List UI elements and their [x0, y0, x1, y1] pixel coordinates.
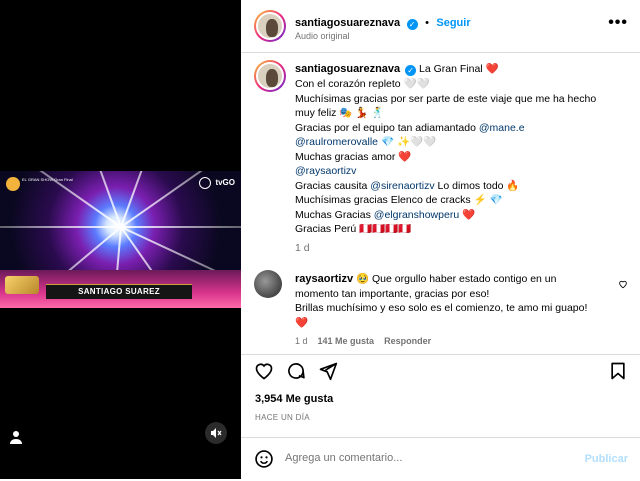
mention-link[interactable]: @sirenaortizv — [370, 180, 434, 192]
reply-line: raysaortizv 🥹 Que orgullo haber estado c… — [295, 272, 556, 287]
reply-button[interactable]: Responder — [384, 336, 431, 346]
caption-line: Gracias causita @sirenaortizv Lo dimos t… — [295, 179, 520, 194]
audio-label[interactable]: Audio original — [295, 31, 350, 41]
more-options-icon[interactable]: ••• — [608, 14, 628, 32]
reply-text: 🥹 Que orgullo haber estado contigo en un — [356, 273, 557, 285]
user-icon[interactable] — [8, 429, 24, 445]
light-ray — [0, 225, 121, 228]
caption-line: @raulromerovalle 💎 ✨🤍🤍 — [295, 135, 436, 150]
reply-meta: 1 d 141 Me gusta Responder — [295, 334, 431, 349]
reply-likes[interactable]: 141 Me gusta — [318, 336, 375, 346]
post-time: HACE UN DÍA — [255, 413, 310, 422]
emoji-icon[interactable] — [254, 449, 274, 469]
caption-heart: ❤️ — [459, 208, 476, 221]
separator-dot: • — [425, 17, 429, 29]
caption-line: Muchas Gracias @elgranshowperu ❤️ — [295, 208, 475, 223]
caption-text: Gracias causita — [295, 179, 368, 192]
post-header: santiagosuareznava ✓ • Seguir Audio orig… — [241, 0, 640, 53]
show-logo — [6, 177, 20, 191]
caption-line: Muchas gracias amor ❤️ — [295, 150, 412, 163]
caption-text: Gracias por el equipo tan adiamantado — [295, 121, 476, 134]
mention-link[interactable]: @mane.e — [479, 122, 525, 134]
publish-button[interactable]: Publicar — [585, 453, 628, 465]
media-panel: EL GRAN SHOW Gran Final tvGO SANTIAGO SU… — [0, 0, 241, 479]
video-player[interactable]: EL GRAN SHOW Gran Final tvGO SANTIAGO SU… — [0, 171, 241, 308]
comment-icon[interactable] — [286, 361, 306, 381]
show-logo-text: EL GRAN SHOW Gran Final — [22, 177, 73, 182]
gran-show-badge — [5, 276, 39, 294]
caption-avatar[interactable] — [254, 60, 286, 92]
light-ray — [120, 225, 241, 228]
mute-button[interactable] — [205, 422, 227, 444]
reply-line: momento tan importante, gracias por eso! — [295, 287, 490, 300]
reply-avatar[interactable] — [254, 270, 282, 298]
muted-speaker-icon — [211, 428, 222, 438]
caption-text: Muchas Gracias — [295, 208, 371, 221]
reply-time[interactable]: 1 d — [295, 336, 308, 346]
actions-section: 3,954 Me gusta HACE UN DÍA Publicar — [241, 354, 640, 480]
comment-bar: Publicar — [241, 437, 640, 481]
reply-line: Brillas muchísimo y eso solo es el comie… — [295, 302, 588, 314]
caption-line: Gracias por el equipo tan adiamantado @m… — [295, 121, 525, 136]
mention-link[interactable]: @elgranshowperu — [374, 209, 459, 221]
channel-logo: tvGO — [215, 178, 235, 187]
comments-area: santiagosuareznava ✓ La Gran Final ❤️ Co… — [241, 53, 640, 354]
caption-line: Muchísimas gracias por ser parte de este… — [295, 92, 597, 105]
avatar[interactable] — [254, 10, 286, 42]
caption-line: @raysaortizv — [295, 164, 356, 179]
caption-title-line: santiagosuareznava ✓ La Gran Final ❤️ — [295, 62, 499, 77]
caption-line: Con el corazón repleto 🤍🤍 — [295, 78, 430, 90]
caption-text: Lo dimos todo 🔥 — [434, 179, 520, 192]
mention-link[interactable]: @raulromerovalle — [295, 136, 378, 148]
mention-link[interactable]: @raysaortizv — [295, 165, 356, 177]
like-comment-icon[interactable] — [618, 279, 628, 289]
reply-line: ❤️ — [295, 316, 309, 329]
verified-icon: ✓ — [405, 65, 417, 76]
heart-icon[interactable] — [254, 361, 274, 381]
likes-count[interactable]: 3,954 Me gusta — [255, 393, 333, 405]
bookmark-icon[interactable] — [608, 361, 628, 381]
reply-username[interactable]: raysaortizv — [295, 273, 353, 285]
verified-icon: ✓ — [406, 19, 418, 30]
caption-title: La Gran Final — [419, 63, 483, 75]
header-username[interactable]: santiagosuareznava — [295, 17, 400, 29]
follow-button[interactable]: Seguir — [436, 17, 470, 29]
share-icon[interactable] — [318, 361, 338, 381]
lower-third-name: SANTIAGO SUAREZ — [46, 284, 192, 299]
comment-input[interactable] — [285, 452, 545, 464]
caption-line: Muchísimas gracias Elenco de cracks ⚡ 💎 — [295, 194, 503, 206]
caption-heart: ❤️ — [485, 63, 499, 75]
caption-time[interactable]: 1 d — [295, 241, 310, 256]
caption-line: Gracias Perú 🇵🇪🇵🇪🇵🇪🇵🇪 — [295, 223, 412, 235]
globe-icon — [199, 177, 211, 189]
caption-emojis: 💎 ✨🤍🤍 — [378, 136, 437, 148]
header-user-row: santiagosuareznava ✓ • Seguir — [295, 13, 471, 31]
caption-username[interactable]: santiagosuareznava — [295, 63, 400, 75]
caption-line: muy feliz 🎭 💃 🕺 — [295, 107, 385, 119]
post-panel: santiagosuareznava ✓ • Seguir Audio orig… — [241, 0, 640, 479]
